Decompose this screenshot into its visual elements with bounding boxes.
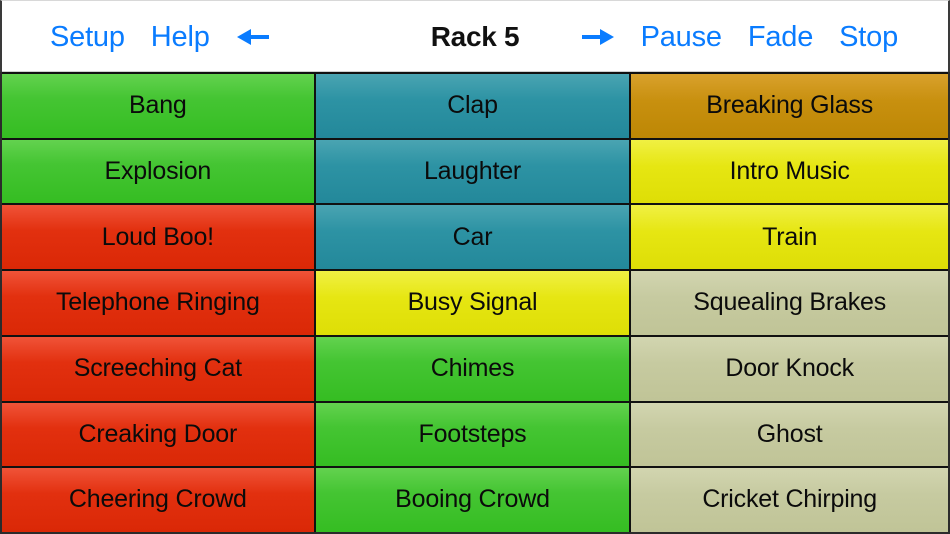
sound-cell-label: Laughter (423, 156, 522, 185)
sound-cell-label: Car (452, 222, 493, 251)
sound-cell-label: Telephone Ringing (55, 288, 260, 317)
sound-cell[interactable]: Intro Music (631, 137, 948, 204)
sound-cell[interactable]: Loud Boo! (2, 203, 316, 270)
sound-cell-label: Explosion (104, 156, 212, 185)
sound-cell-label: Ghost (756, 419, 823, 448)
sound-cell-label: Breaking Glass (706, 91, 874, 120)
sound-cell-label: Loud Boo! (101, 222, 214, 251)
soundboard-app: Setup Help Rack 5 Pause Fade Stop Bang C… (0, 0, 950, 534)
arrow-right-icon[interactable] (581, 26, 615, 48)
sound-cell[interactable]: Telephone Ringing (2, 269, 316, 335)
arrow-left-icon[interactable] (236, 26, 270, 48)
sound-cell-label: Train (762, 222, 818, 251)
sound-cell[interactable]: Footsteps (315, 400, 632, 467)
setup-button[interactable]: Setup (50, 22, 125, 52)
toolbar-left-group: Setup Help (50, 1, 270, 73)
toolbar-right-group: Pause Fade Stop (581, 1, 898, 73)
sound-cell-label: Creaking Door (78, 419, 238, 448)
sound-cell-label: Cheering Crowd (68, 485, 247, 514)
sound-cell[interactable]: Laughter (315, 137, 632, 204)
sound-cell-label: Bang (129, 91, 187, 120)
help-button[interactable]: Help (151, 22, 210, 52)
sound-cell[interactable]: Door Knock (631, 334, 948, 401)
toolbar: Setup Help Rack 5 Pause Fade Stop (0, 0, 950, 72)
sound-cell[interactable]: Bang (2, 72, 316, 138)
sound-cell[interactable]: Booing Crowd (315, 466, 632, 532)
sound-button-grid: Bang Clap Breaking Glass Explosion Laughter I… (0, 72, 950, 534)
sound-cell[interactable]: Train (631, 203, 948, 270)
sound-cell-label: Clap (447, 91, 498, 120)
sound-cell[interactable]: Ghost (631, 400, 948, 467)
sound-cell[interactable]: Squealing Brakes (631, 269, 948, 335)
sound-cell[interactable]: Cricket Chirping (631, 466, 948, 532)
sound-cell[interactable]: Cheering Crowd (2, 466, 316, 532)
sound-cell-label: Squealing Brakes (693, 288, 887, 317)
sound-cell[interactable]: Screeching Cat (2, 334, 316, 401)
sound-cell[interactable]: Explosion (2, 137, 316, 204)
sound-cell-label: Busy Signal (407, 288, 538, 317)
stop-button[interactable]: Stop (839, 22, 898, 52)
sound-cell[interactable]: Chimes (315, 334, 632, 401)
fade-button[interactable]: Fade (748, 22, 814, 52)
sound-cell-label: Booing Crowd (395, 485, 550, 514)
sound-cell[interactable]: Car (315, 203, 632, 270)
sound-cell-label: Intro Music (729, 156, 850, 185)
sound-cell-label: Footsteps (418, 419, 527, 448)
sound-cell[interactable]: Busy Signal (315, 269, 632, 335)
sound-cell-label: Door Knock (725, 353, 854, 382)
sound-cell-label: Chimes (430, 353, 515, 382)
sound-cell[interactable]: Clap (315, 72, 632, 138)
sound-cell[interactable]: Creaking Door (2, 400, 316, 467)
page-title: Rack 5 (430, 21, 520, 52)
sound-cell-label: Cricket Chirping (702, 485, 877, 514)
sound-cell-label: Screeching Cat (73, 353, 242, 382)
sound-cell[interactable]: Breaking Glass (631, 72, 948, 138)
pause-button[interactable]: Pause (641, 22, 722, 52)
